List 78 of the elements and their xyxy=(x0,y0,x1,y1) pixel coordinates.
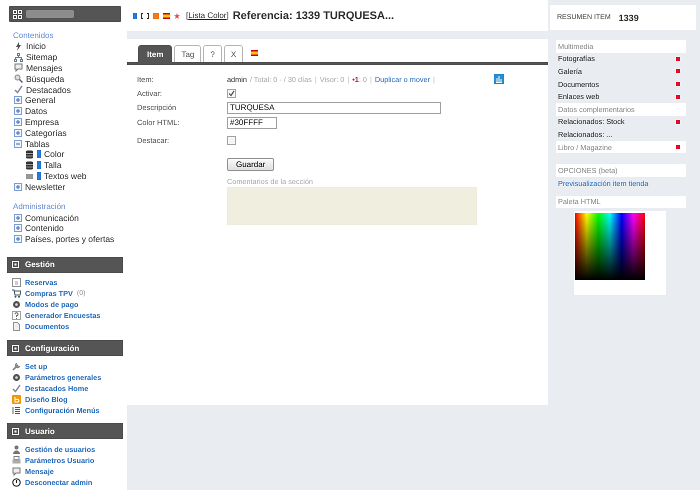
square-icon xyxy=(12,428,19,435)
square-icon xyxy=(12,261,19,268)
color-palette[interactable] xyxy=(575,213,645,280)
item-number: 1339 xyxy=(618,12,639,22)
list-link[interactable]: [Lista Color] xyxy=(186,11,229,20)
text-input[interactable]: TURQUESA xyxy=(227,102,441,114)
flag-icon xyxy=(163,12,170,18)
save-button[interactable]: Guardar xyxy=(227,158,274,171)
expand-icon[interactable] xyxy=(14,107,22,116)
square-icon xyxy=(12,344,19,352)
tree-item[interactable]: Países, portes y ofertas xyxy=(25,234,114,244)
gear-icon xyxy=(12,300,21,310)
tree-item[interactable]: General xyxy=(25,95,56,106)
wrench-icon xyxy=(12,362,21,371)
checkbox[interactable] xyxy=(227,89,236,98)
site-name-placeholder xyxy=(26,10,74,18)
n-badge xyxy=(133,12,137,18)
section-heading: Administración xyxy=(13,202,66,212)
tree-item[interactable]: Contenido xyxy=(25,223,64,234)
page-icon xyxy=(25,171,34,180)
tree-item[interactable]: Empresa xyxy=(25,116,60,127)
brackets-icon xyxy=(141,12,149,18)
calendar-icon xyxy=(12,278,21,288)
expand-icon[interactable] xyxy=(14,182,22,191)
tree-item[interactable]: Comunicación xyxy=(25,212,79,223)
tab[interactable]: X xyxy=(224,45,244,62)
grid-icon xyxy=(13,10,22,18)
tree-item[interactable]: Tablas xyxy=(25,138,50,149)
check-mark-icon xyxy=(12,384,21,393)
star-icon xyxy=(174,12,180,18)
chat-bubble-icon xyxy=(14,63,23,72)
panel-title: Configuración xyxy=(25,344,80,352)
tree-item[interactable]: Textos web xyxy=(44,170,87,181)
section-heading: Contenidos xyxy=(13,31,54,41)
magnifier-icon xyxy=(14,74,23,84)
checkbox[interactable] xyxy=(227,136,236,145)
chat-bubble-icon xyxy=(12,467,21,476)
database-icon xyxy=(25,150,34,159)
flag-icon[interactable] xyxy=(251,50,258,56)
expand-icon[interactable] xyxy=(14,235,22,244)
expand-icon[interactable] xyxy=(14,96,22,104)
square-icon xyxy=(153,12,159,18)
database-icon xyxy=(25,160,34,170)
nav-link[interactable]: Inicio xyxy=(26,41,46,52)
cart-icon xyxy=(12,289,21,298)
tree-item[interactable]: Categorías xyxy=(25,128,67,138)
nav-link[interactable]: Mensajes xyxy=(26,62,62,73)
expand-icon[interactable] xyxy=(14,224,22,232)
gear-icon xyxy=(12,372,21,382)
list-icon xyxy=(12,406,21,414)
tree-item[interactable]: Datos xyxy=(25,106,48,116)
expand-icon[interactable] xyxy=(14,214,22,222)
tab[interactable]: ? xyxy=(203,45,222,62)
printer-icon xyxy=(12,456,21,466)
document-icon xyxy=(12,322,21,332)
collapse-icon[interactable] xyxy=(14,140,22,148)
sitemap-icon xyxy=(14,52,23,62)
panel-title: Gestión xyxy=(25,260,55,270)
expand-icon[interactable] xyxy=(14,128,22,137)
nav-link[interactable]: Destacados xyxy=(26,84,71,95)
expand-icon[interactable] xyxy=(14,118,22,126)
nav-link[interactable]: Búsqueda xyxy=(26,74,64,84)
panel-title: Usuario xyxy=(25,426,55,436)
page-title: Referencia: 1339 TURQUESA... xyxy=(232,10,394,22)
tab[interactable]: Tag xyxy=(174,45,202,62)
question-icon xyxy=(12,311,21,320)
tab[interactable]: Item xyxy=(138,45,172,62)
text-input[interactable]: #30FFFF xyxy=(227,116,277,128)
check-mark-icon xyxy=(14,85,23,94)
tree-item[interactable]: Talla xyxy=(44,160,62,170)
blog-icon xyxy=(12,394,21,404)
power-icon xyxy=(12,478,21,488)
tree-item[interactable]: Color xyxy=(44,149,64,160)
person-icon xyxy=(12,445,21,454)
bar-chart-icon[interactable] xyxy=(494,74,504,84)
bolt-icon xyxy=(14,42,23,51)
nav-link[interactable]: Sitemap xyxy=(26,52,58,62)
tree-item[interactable]: Newsletter xyxy=(25,182,66,192)
